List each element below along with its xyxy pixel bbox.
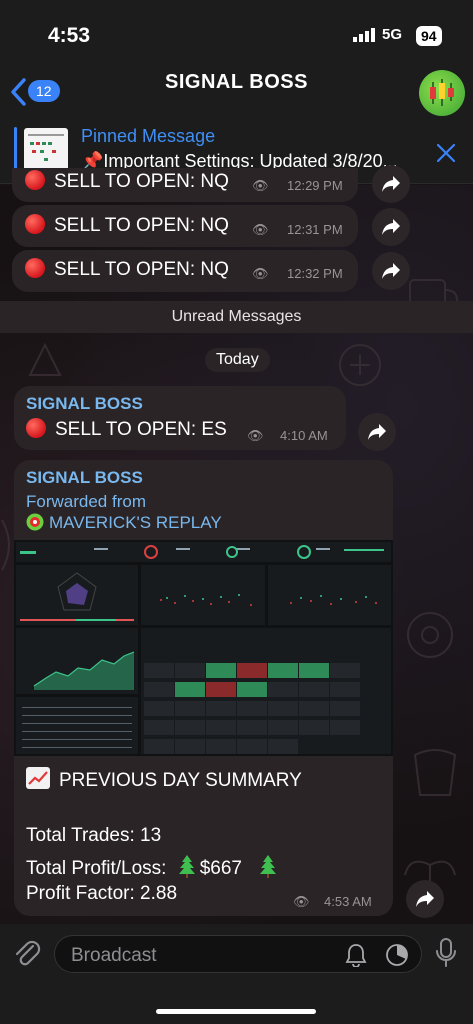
microphone-icon <box>436 938 456 967</box>
tree-icon <box>260 855 277 878</box>
views-eye-icon: 👁 <box>252 178 269 193</box>
dashboard-image[interactable] <box>14 540 393 756</box>
paperclip-icon <box>15 940 41 966</box>
red-circle-icon <box>26 418 46 438</box>
attach-button[interactable] <box>13 938 41 973</box>
share-arrow-icon <box>368 424 386 440</box>
red-circle-icon <box>25 258 45 278</box>
message-text: SELL TO OPEN: NQ <box>25 214 229 237</box>
share-arrow-icon <box>382 176 400 192</box>
chat-header: 12 SIGNAL BOSS <box>0 60 473 120</box>
channel-avatar[interactable] <box>419 70 465 116</box>
status-bar: 4:53 5G 94 <box>0 0 473 60</box>
share-button[interactable] <box>358 413 396 451</box>
source-avatar-icon <box>26 513 44 531</box>
summary-title: PREVIOUS DAY SUMMARY <box>26 767 302 792</box>
message-time: 12:32 PM <box>287 266 343 281</box>
views-eye-icon: 👁 <box>252 222 269 237</box>
microphone-button[interactable] <box>434 937 458 974</box>
message-text: SELL TO OPEN: NQ <box>25 258 229 281</box>
unread-divider: Unread Messages <box>0 301 473 333</box>
message-text: SELL TO OPEN: NQ <box>25 170 229 193</box>
composer-bar: Broadcast <box>0 924 473 1024</box>
share-arrow-icon <box>382 263 400 279</box>
total-trades: Total Trades: 13 <box>26 825 162 846</box>
views-eye-icon: 👁 <box>293 894 310 909</box>
timer-icon[interactable] <box>385 943 409 967</box>
home-indicator <box>156 1009 316 1014</box>
message-sender[interactable]: SIGNAL BOSS <box>26 394 143 414</box>
chart-increasing-icon <box>26 767 50 789</box>
bell-icon[interactable] <box>345 943 367 967</box>
pinned-thumbnail <box>24 128 68 172</box>
share-button[interactable] <box>372 208 410 246</box>
forwarded-source[interactable]: MAVERICK'S REPLAY <box>26 513 222 533</box>
share-arrow-icon <box>382 219 400 235</box>
battery-indicator: 94 <box>416 26 442 46</box>
forwarded-label: Forwarded from <box>26 492 146 511</box>
views-eye-icon: 👁 <box>247 428 264 443</box>
share-arrow-icon <box>416 891 434 907</box>
message-text: SELL TO OPEN: ES <box>26 418 227 441</box>
red-circle-icon <box>25 170 45 190</box>
views-eye-icon: 👁 <box>252 266 269 281</box>
cellular-signal-icon <box>353 28 375 42</box>
profit-factor: Profit Factor: 2.88 <box>26 883 178 904</box>
candlestick-icon <box>430 79 454 106</box>
tree-icon <box>178 855 195 878</box>
input-placeholder: Broadcast <box>71 945 157 966</box>
message-time: 12:29 PM <box>287 178 343 193</box>
network-label: 5G <box>382 26 403 43</box>
message-time: 4:10 AM <box>280 428 328 443</box>
date-chip: Today <box>205 348 270 372</box>
pinned-title: Pinned Message <box>81 126 216 146</box>
share-button[interactable] <box>406 880 444 918</box>
clock: 4:53 <box>48 24 91 47</box>
message-time: 12:31 PM <box>287 222 343 237</box>
share-button[interactable] <box>372 252 410 290</box>
total-profit-loss: Total Profit/Loss: $667 <box>26 854 277 880</box>
chat-title[interactable]: SIGNAL BOSS <box>0 71 473 94</box>
message-time: 4:53 AM <box>324 894 372 909</box>
message-sender[interactable]: SIGNAL BOSS <box>26 468 143 488</box>
broadcast-input[interactable]: Broadcast <box>54 935 422 973</box>
red-circle-icon <box>25 214 45 234</box>
share-button[interactable] <box>372 165 410 203</box>
close-icon[interactable] <box>436 138 456 169</box>
